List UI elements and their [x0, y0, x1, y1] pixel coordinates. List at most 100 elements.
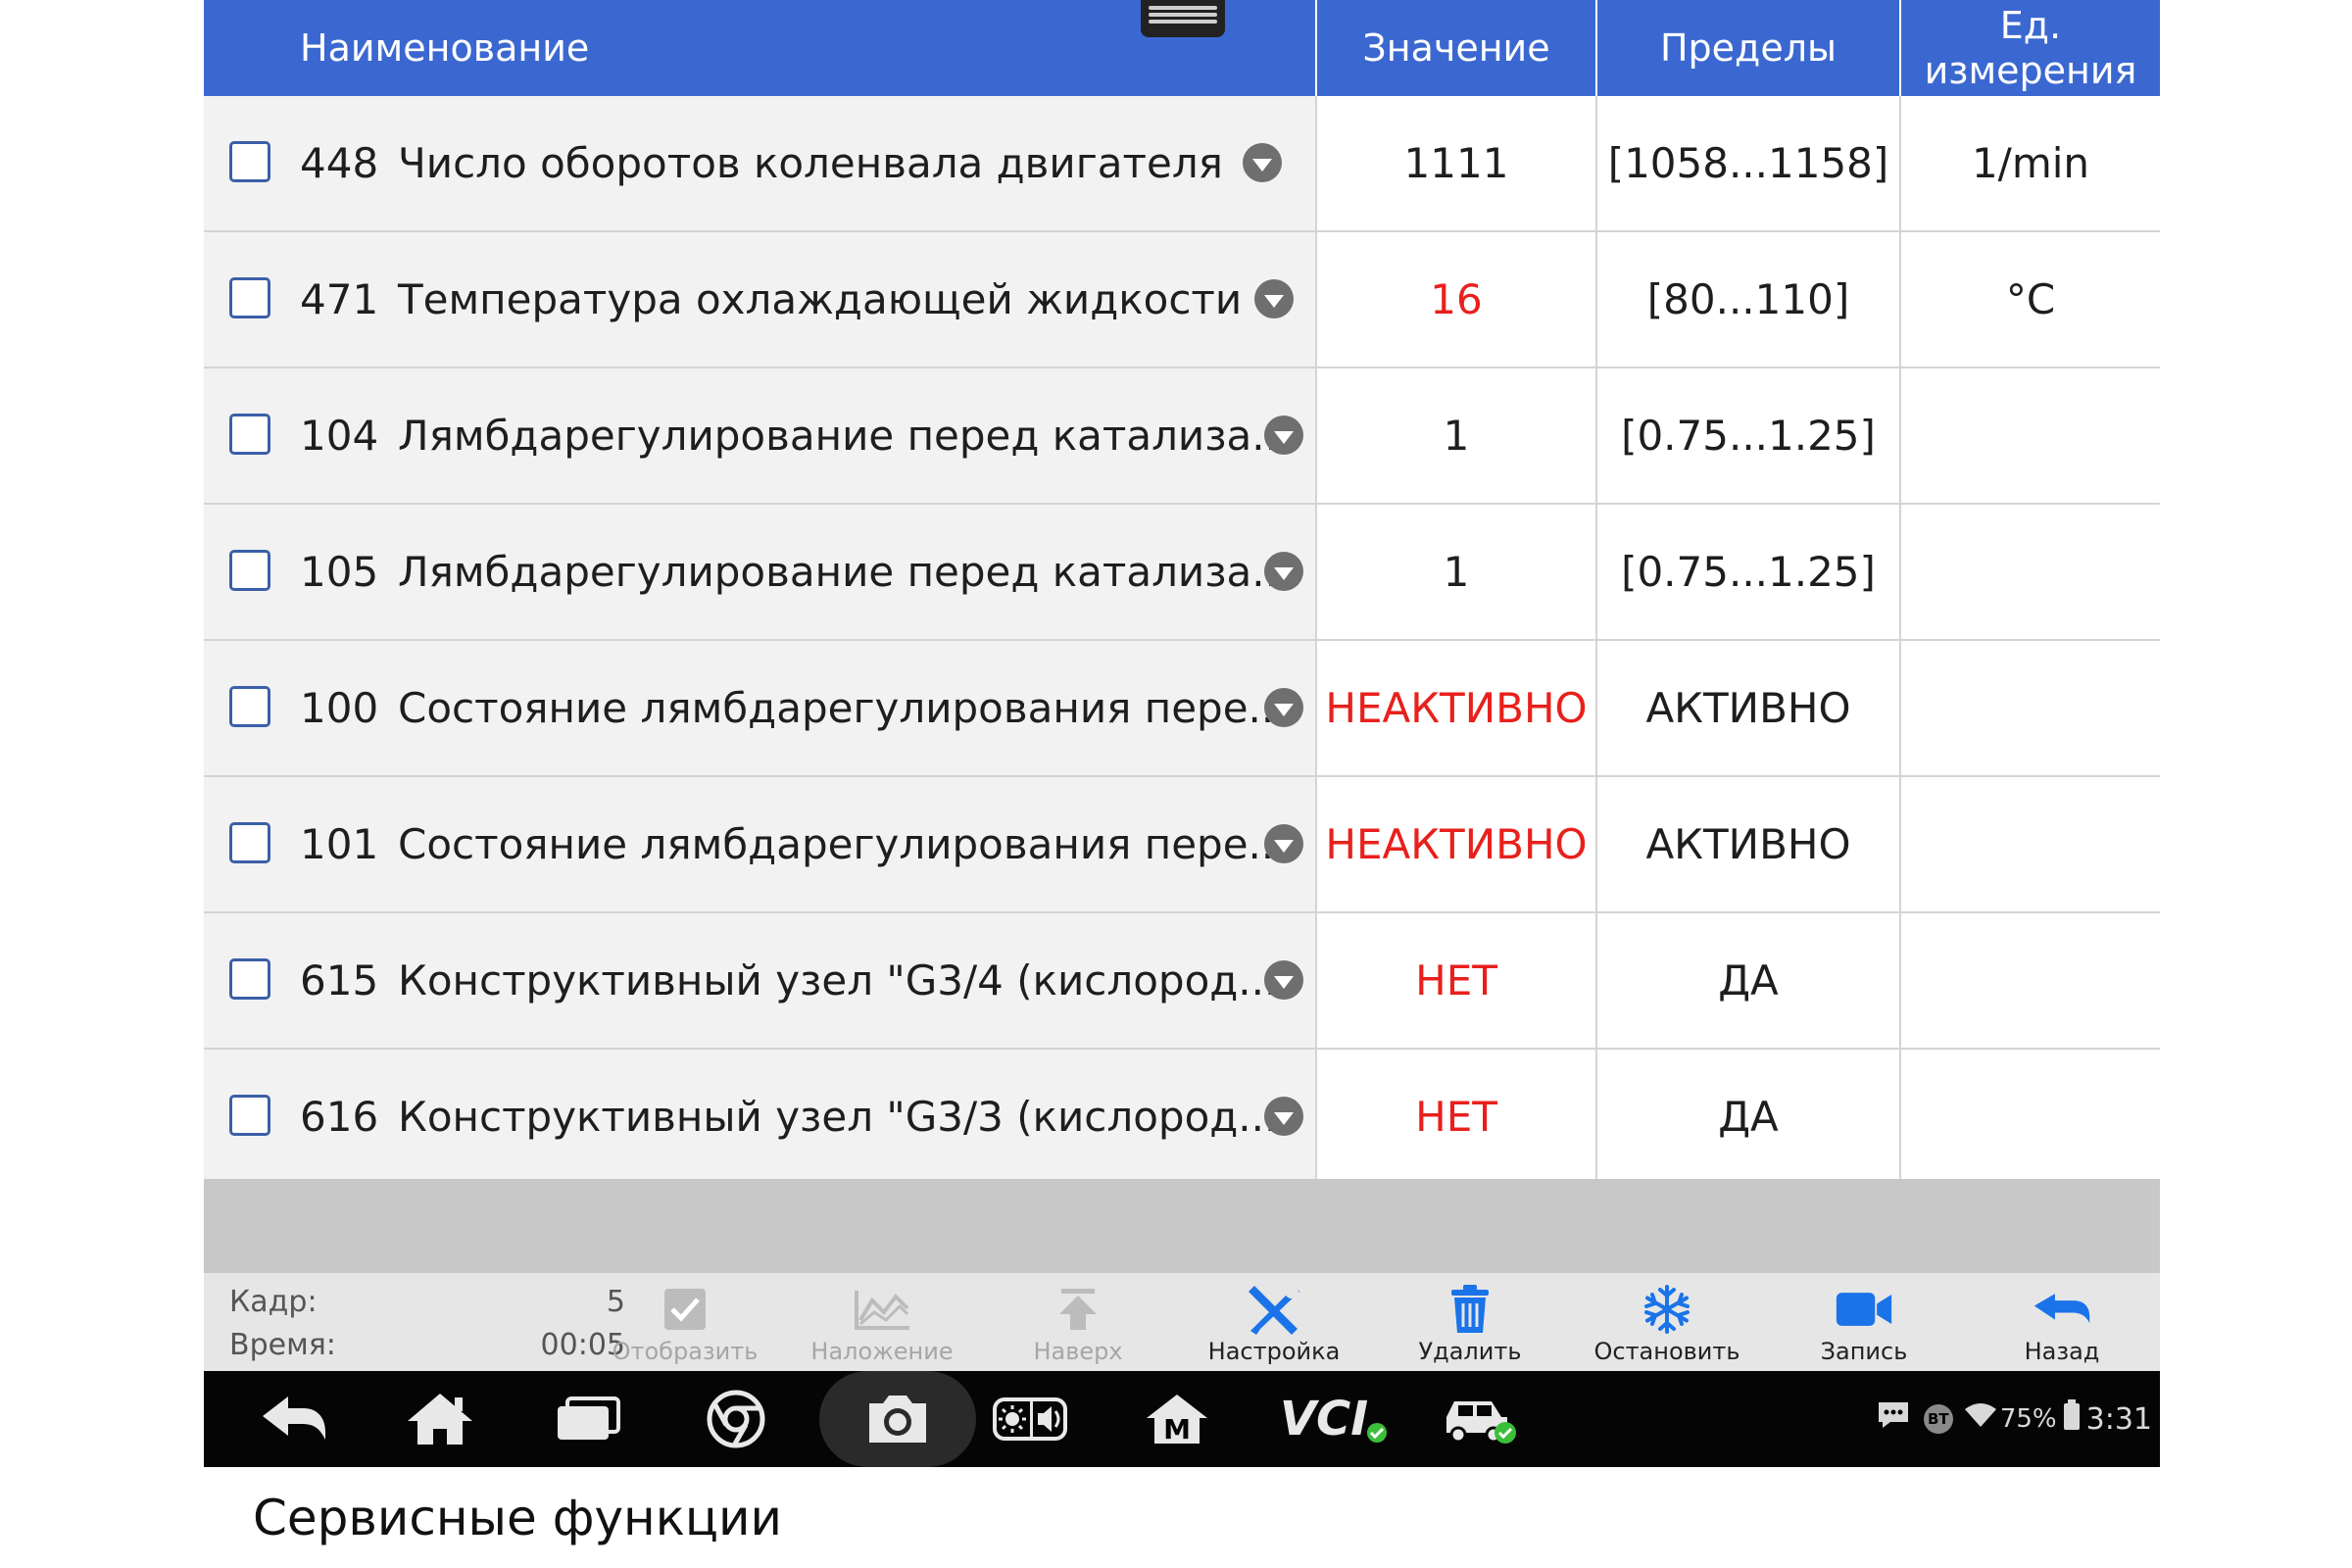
table-row[interactable]: 615 Конструктивный узел "G3/4 (кислород.…	[204, 913, 2160, 1050]
status-bar: BT 75% 3:31	[1877, 1371, 2152, 1467]
row-unit	[1899, 368, 2160, 503]
parameter-list: 448 Число оборотов коленвала двигателя 1…	[204, 96, 2160, 1186]
row-label: Температура охлаждающей жидкости	[398, 275, 1243, 323]
row-label: Состояние лямбдарегулирования пере...	[398, 684, 1288, 732]
m-menu-icon[interactable]: M	[1123, 1381, 1231, 1457]
row-id: 616	[300, 1093, 379, 1141]
row-id: 471	[300, 275, 379, 323]
row-value: 1111	[1315, 96, 1595, 230]
row-unit	[1899, 505, 2160, 639]
screenshot-camera-icon[interactable]	[819, 1371, 976, 1467]
row-value: 1	[1315, 368, 1595, 503]
android-nav-bar: M VCI BT 75% 3:31	[204, 1371, 2160, 1467]
brightness-volume-icon[interactable]	[976, 1381, 1084, 1457]
table-row[interactable]: 100 Состояние лямбдарегулирования пере..…	[204, 641, 2160, 777]
vehicle-status-icon[interactable]	[1421, 1381, 1539, 1457]
chat-icon	[1877, 1400, 1910, 1438]
nav-recent-apps-icon[interactable]	[534, 1381, 642, 1457]
wifi-icon	[1963, 1401, 1998, 1437]
row-checkbox[interactable]	[229, 822, 270, 863]
row-checkbox[interactable]	[229, 414, 270, 455]
settings-button[interactable]: Настройка	[1176, 1277, 1372, 1367]
row-limits: [80...110]	[1595, 232, 1899, 367]
header-limits[interactable]: Пределы	[1595, 0, 1899, 96]
time-label: Время:	[229, 1328, 336, 1362]
chevron-down-icon[interactable]	[1264, 552, 1303, 591]
row-limits: [1058...1158]	[1595, 96, 1899, 230]
drag-handle[interactable]	[1141, 0, 1225, 37]
row-checkbox[interactable]	[229, 958, 270, 1000]
row-unit: 1/min	[1899, 96, 2160, 230]
vci-status-icon[interactable]: VCI	[1270, 1381, 1397, 1457]
back-button[interactable]: Назад	[1964, 1277, 2160, 1367]
bottom-toolbar: Кадр: 5 Время: 00:05 Отобразить Наложени…	[204, 1273, 2160, 1371]
row-unit	[1899, 641, 2160, 775]
table-header: Наименование Значение Пределы Ед. измерен…	[204, 0, 2160, 96]
row-label: Число оборотов коленвала двигателя	[398, 139, 1223, 187]
row-unit	[1899, 1050, 2160, 1184]
app-screen: Наименование Значение Пределы Ед. измерен…	[204, 0, 2160, 1467]
row-checkbox[interactable]	[229, 1095, 270, 1136]
video-camera-icon	[1835, 1287, 1893, 1332]
chevron-down-icon[interactable]	[1264, 416, 1303, 455]
row-limits: [0.75...1.25]	[1595, 368, 1899, 503]
table-row[interactable]: 105 Лямбдарегулирование перед катализа..…	[204, 505, 2160, 641]
overlay-button[interactable]: Наложение	[784, 1277, 980, 1367]
checkbox-icon	[656, 1287, 714, 1332]
row-checkbox[interactable]	[229, 141, 270, 182]
record-button[interactable]: Запись	[1766, 1277, 1962, 1367]
tools-icon	[1245, 1285, 1303, 1335]
row-value: 16	[1315, 232, 1595, 367]
row-unit	[1899, 913, 2160, 1048]
table-row[interactable]: 471 Температура охлаждающей жидкости 16 …	[204, 232, 2160, 368]
row-id: 101	[300, 820, 379, 868]
battery-percent: 75%	[1999, 1404, 2057, 1434]
row-value: НЕТ	[1315, 913, 1595, 1048]
row-limits: АКТИВНО	[1595, 777, 1899, 911]
chevron-down-icon[interactable]	[1264, 960, 1303, 1000]
chevron-down-icon[interactable]	[1264, 824, 1303, 863]
row-value: НЕТ	[1315, 1050, 1595, 1184]
frame-label: Кадр:	[229, 1285, 318, 1319]
row-label: Состояние лямбдарегулирования пере...	[398, 820, 1288, 868]
scroll-top-button[interactable]: Наверх	[980, 1277, 1176, 1367]
chevron-down-icon[interactable]	[1264, 1097, 1303, 1136]
graph-icon	[853, 1287, 911, 1332]
row-value: НЕАКТИВНО	[1315, 641, 1595, 775]
svg-text:M: M	[1163, 1413, 1191, 1446]
table-row[interactable]: 101 Состояние лямбдарегулирования пере..…	[204, 777, 2160, 913]
table-row[interactable]: 448 Число оборотов коленвала двигателя 1…	[204, 96, 2160, 232]
row-unit: °C	[1899, 232, 2160, 367]
trash-icon	[1441, 1285, 1499, 1333]
nav-home-icon[interactable]	[386, 1381, 494, 1457]
row-checkbox[interactable]	[229, 550, 270, 591]
row-checkbox[interactable]	[229, 686, 270, 727]
page-caption: Сервисные функции	[253, 1490, 782, 1546]
row-checkbox[interactable]	[229, 277, 270, 318]
browser-icon[interactable]	[682, 1381, 790, 1457]
row-id: 448	[300, 139, 379, 187]
row-label: Конструктивный узел "G3/3 (кислород...	[398, 1093, 1278, 1141]
nav-back-icon[interactable]	[239, 1381, 347, 1457]
row-id: 105	[300, 548, 379, 596]
row-label: Лямбдарегулирование перед катализа...	[398, 548, 1292, 596]
chevron-down-icon[interactable]	[1264, 688, 1303, 727]
row-limits: ДА	[1595, 913, 1899, 1048]
row-limits: АКТИВНО	[1595, 641, 1899, 775]
row-id: 100	[300, 684, 379, 732]
row-label: Лямбдарегулирование перед катализа...	[398, 412, 1292, 460]
chevron-down-icon[interactable]	[1243, 143, 1282, 182]
delete-button[interactable]: Удалить	[1372, 1277, 1568, 1367]
display-button[interactable]: Отобразить	[587, 1277, 783, 1367]
row-id: 104	[300, 412, 379, 460]
row-limits: ДА	[1595, 1050, 1899, 1184]
empty-list-area	[204, 1179, 2160, 1276]
table-row[interactable]: 616 Конструктивный узел "G3/3 (кислород.…	[204, 1050, 2160, 1186]
header-value[interactable]: Значение	[1315, 0, 1595, 96]
row-label: Конструктивный узел "G3/4 (кислород...	[398, 956, 1278, 1004]
row-value: 1	[1315, 505, 1595, 639]
table-row[interactable]: 104 Лямбдарегулирование перед катализа..…	[204, 368, 2160, 505]
header-unit[interactable]: Ед. измерения	[1899, 0, 2160, 96]
chevron-down-icon[interactable]	[1254, 279, 1294, 318]
freeze-button[interactable]: Остановить	[1569, 1277, 1765, 1367]
